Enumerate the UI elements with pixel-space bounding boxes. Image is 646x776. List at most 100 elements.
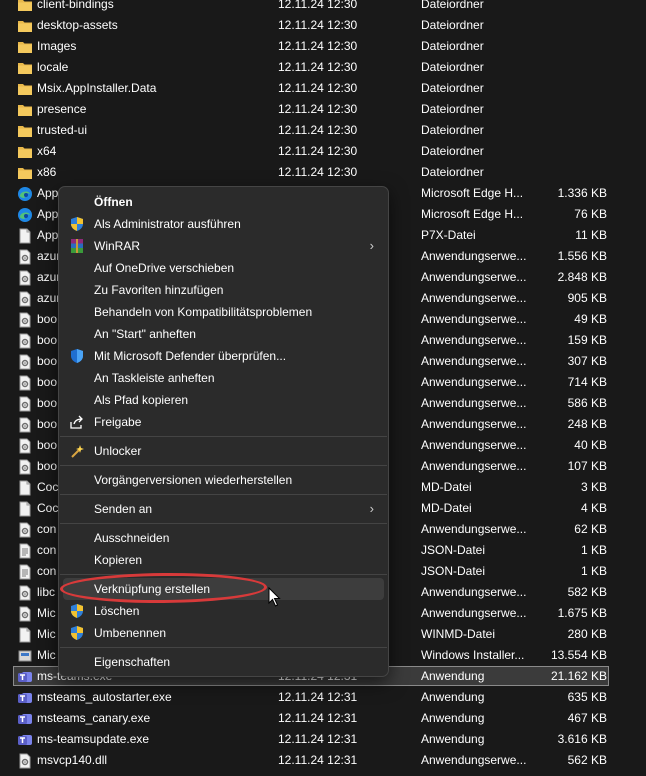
menu-item-eigenschaften[interactable]: Eigenschaften	[63, 651, 384, 673]
file-size: 582 KB	[567, 585, 607, 599]
dll-icon	[17, 312, 33, 328]
dll-icon	[17, 459, 33, 475]
file-row[interactable]: x64 12.11.24 12:30 Dateiordner	[0, 141, 646, 162]
winrar-icon	[69, 238, 85, 254]
folder-icon	[17, 60, 33, 76]
menu-item-ausschneiden[interactable]: Ausschneiden	[63, 527, 384, 549]
file-type: Anwendungserwe...	[421, 249, 526, 263]
file-type: Anwendungserwe...	[421, 606, 526, 620]
file-type: Anwendungserwe...	[421, 291, 526, 305]
menu-item-winrar[interactable]: WinRAR ›	[63, 235, 384, 257]
unlocker-icon	[69, 443, 85, 459]
file-size: 467 KB	[567, 711, 607, 725]
menu-item-label: Mit Microsoft Defender überprüfen...	[94, 349, 287, 363]
file-row[interactable]: client-bindings 12.11.24 12:30 Dateiordner	[0, 0, 646, 15]
menu-item-an-taskleiste-anheften[interactable]: An Taskleiste anheften	[63, 367, 384, 389]
file-row[interactable]: x86 12.11.24 12:30 Dateiordner	[0, 162, 646, 183]
menu-item-behandeln-von-kompatibilitaetsproblemen[interactable]: Behandeln von Kompatibilitätsproblemen	[63, 301, 384, 323]
file-type: Microsoft Edge H...	[421, 186, 524, 200]
file-row[interactable]: msteams_autostarter.exe 12.11.24 12:31 Anw…	[0, 687, 646, 708]
menu-item-an-start-anheften[interactable]: An "Start" anheften	[63, 323, 384, 345]
file-row[interactable]: desktop-assets 12.11.24 12:30 Dateiordner	[0, 15, 646, 36]
file-icon	[17, 501, 33, 517]
file-size: 2.848 KB	[557, 270, 607, 284]
menu-item-als-pfad-kopieren[interactable]: Als Pfad kopieren	[63, 389, 384, 411]
menu-item-loeschen[interactable]: Löschen	[63, 600, 384, 622]
menu-item-mit-microsoft-defender-ueberpruefen[interactable]: Mit Microsoft Defender überprüfen...	[63, 345, 384, 367]
file-row[interactable]: ms-teamsupdate.exe 12.11.24 12:31 Anwendun…	[0, 729, 646, 750]
file-size: 4 KB	[580, 501, 607, 515]
file-size: 905 KB	[567, 291, 607, 305]
file-row[interactable]: Msix.AppInstaller.Data 12.11.24 12:30 Date…	[0, 78, 646, 99]
dll-icon	[17, 354, 33, 370]
text-file-icon	[17, 543, 33, 559]
dll-icon	[17, 396, 33, 412]
menu-item-zu-favoriten-hinzufuegen[interactable]: Zu Favoriten hinzufügen	[63, 279, 384, 301]
file-type: Anwendungserwe...	[421, 375, 526, 389]
file-type: Anwendung	[421, 732, 485, 746]
file-size: 1.675 KB	[557, 606, 607, 620]
menu-separator	[60, 465, 387, 466]
file-size: 13.554 KB	[550, 648, 607, 662]
menu-item-label: Unlocker	[94, 444, 142, 458]
file-row[interactable]: msvcp140.dll 12.11.24 12:31 Anwendungserwe…	[0, 750, 646, 771]
file-size: 21.162 KB	[550, 669, 607, 683]
file-type: Dateiordner	[421, 144, 484, 158]
file-row[interactable]: trusted-ui 12.11.24 12:30 Dateiordner	[0, 120, 646, 141]
dll-icon	[17, 270, 33, 286]
file-name: trusted-ui	[37, 123, 88, 137]
file-row[interactable]: msteams_canary.exe 12.11.24 12:31 Anwendun…	[0, 708, 646, 729]
menu-item-unlocker[interactable]: Unlocker	[63, 440, 384, 462]
file-size: 1 KB	[580, 543, 607, 557]
menu-item-auf-onedrive-verschieben[interactable]: Auf OneDrive verschieben	[63, 257, 384, 279]
menu-item-senden-an[interactable]: Senden an ›	[63, 498, 384, 520]
file-type: Dateiordner	[421, 165, 484, 179]
file-size: 76 KB	[574, 207, 607, 221]
teams-icon	[17, 732, 33, 748]
menu-item-label: Zu Favoriten hinzufügen	[94, 283, 224, 297]
file-type: Dateiordner	[421, 81, 484, 95]
file-size: 49 KB	[574, 312, 607, 326]
file-type: Dateiordner	[421, 102, 484, 116]
menu-item-oeffnen[interactable]: Öffnen	[63, 191, 384, 213]
file-date: 12.11.24 12:31	[278, 732, 358, 746]
file-date: 12.11.24 12:30	[278, 144, 358, 158]
file-name: Images	[37, 39, 77, 53]
file-row[interactable]: locale 12.11.24 12:30 Dateiordner	[0, 57, 646, 78]
file-date: 12.11.24 12:30	[278, 102, 358, 116]
menu-separator	[60, 494, 387, 495]
menu-item-label: An Taskleiste anheften	[94, 371, 215, 385]
file-size: 635 KB	[567, 690, 607, 704]
dll-icon	[17, 522, 33, 538]
context-menu: Öffnen Als Administrator ausführen WinRAR ›…	[58, 186, 389, 677]
file-date: 12.11.24 12:30	[278, 165, 358, 179]
edge-icon	[17, 186, 33, 202]
file-size: 586 KB	[567, 396, 607, 410]
file-size: 3 KB	[580, 480, 607, 494]
menu-separator	[60, 647, 387, 648]
file-name: Msix.AppInstaller.Data	[37, 81, 157, 95]
menu-item-umbenennen[interactable]: Umbenennen	[63, 622, 384, 644]
menu-item-label: Als Administrator ausführen	[94, 217, 241, 231]
file-date: 12.11.24 12:30	[278, 39, 358, 53]
uac-shield-icon	[69, 216, 85, 232]
file-type: Anwendungserwe...	[421, 354, 526, 368]
menu-item-label: Als Pfad kopieren	[94, 393, 189, 407]
file-name: desktop-assets	[37, 18, 118, 32]
menu-item-als-administrator-ausfuehren[interactable]: Als Administrator ausführen	[63, 213, 384, 235]
menu-item-label: An "Start" anheften	[94, 327, 196, 341]
dll-icon	[17, 249, 33, 265]
folder-icon	[17, 165, 33, 181]
file-row[interactable]: Images 12.11.24 12:30 Dateiordner	[0, 36, 646, 57]
file-size: 1 KB	[580, 564, 607, 578]
file-size: 107 KB	[567, 459, 607, 473]
file-name: x86	[37, 165, 57, 179]
edge-icon	[17, 207, 33, 223]
menu-item-label: Eigenschaften	[94, 655, 171, 669]
menu-item-kopieren[interactable]: Kopieren	[63, 549, 384, 571]
menu-item-freigabe[interactable]: Freigabe	[63, 411, 384, 433]
menu-item-vorgaengerversionen-wiederherstellen[interactable]: Vorgängerversionen wiederherstellen	[63, 469, 384, 491]
file-type: P7X-Datei	[421, 228, 476, 242]
dll-icon	[17, 375, 33, 391]
file-row[interactable]: presence 12.11.24 12:30 Dateiordner	[0, 99, 646, 120]
